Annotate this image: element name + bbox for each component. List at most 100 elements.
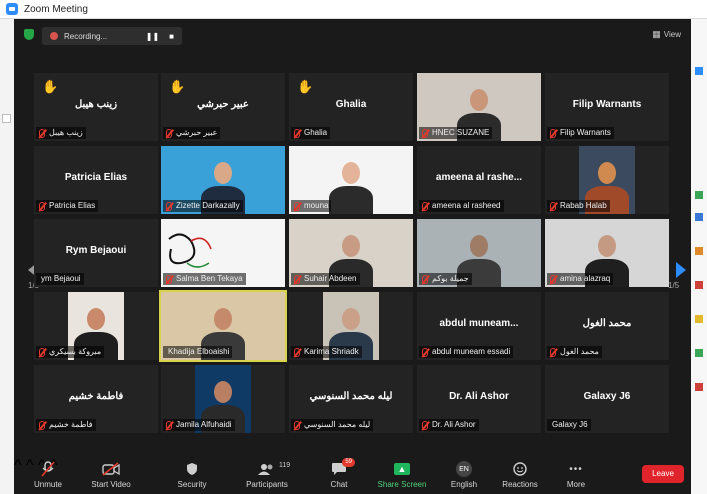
- background-checkbox: [2, 114, 11, 123]
- audio-options-caret-icon[interactable]: ^: [14, 457, 22, 474]
- participant-tile[interactable]: amina alazraq: [545, 219, 669, 287]
- window-titlebar: Zoom Meeting: [0, 0, 707, 19]
- security-button[interactable]: Security: [172, 460, 212, 489]
- participant-name-text: Suhair Abdeen: [304, 274, 357, 283]
- participant-display-name: Patricia Elias: [64, 172, 128, 183]
- start-video-label: Start Video: [91, 480, 131, 489]
- participants-button[interactable]: 119 Participants: [242, 460, 292, 489]
- participant-tile[interactable]: mouna: [289, 146, 413, 214]
- participants-count: 119: [279, 462, 291, 469]
- participant-display-name: عبير حبرشي: [197, 99, 249, 110]
- participant-name-label: عبير حبرشي: [163, 127, 221, 139]
- video-off-icon: [101, 460, 121, 478]
- muted-mic-icon: [550, 128, 556, 138]
- participant-tile[interactable]: Rym Bejaoui ym Bejaoui: [34, 219, 158, 287]
- muted-microphone-icon: [38, 460, 58, 478]
- participant-name-label: ameena al rasheed: [419, 200, 504, 212]
- share-screen-button[interactable]: ▲ Share Screen: [374, 460, 430, 489]
- participant-display-name: Galaxy J6: [583, 391, 631, 402]
- participant-name-label: Jamila Alfuhaidi: [163, 419, 235, 431]
- participant-display-name: محمد الغول: [582, 318, 632, 329]
- chat-icon: 59: [329, 458, 355, 478]
- share-screen-label: Share Screen: [377, 480, 427, 489]
- participant-name-text: ym Bejaoui: [41, 274, 81, 283]
- unmute-label: Unmute: [33, 480, 62, 489]
- language-code: EN: [456, 461, 472, 477]
- participant-tile[interactable]: Salma Ben Tekaya: [161, 219, 285, 287]
- participant-tile[interactable]: ليله محمد السنوسي ليله محمد السنوسي: [289, 365, 413, 433]
- participant-tile[interactable]: ✋ عبير حبرشي عبير حبرشي: [161, 73, 285, 141]
- participant-name-label: فاطمة خشيم: [36, 419, 96, 431]
- leave-meeting-button[interactable]: Leave: [642, 465, 684, 483]
- participant-display-name: abdul muneam...: [439, 318, 519, 329]
- chat-label: Chat: [330, 480, 348, 489]
- view-label: View: [663, 30, 681, 39]
- participant-name-text: Patricia Elias: [49, 201, 96, 210]
- window-title: Zoom Meeting: [24, 3, 88, 15]
- participant-tile[interactable]: Zizette Darkazally: [161, 146, 285, 214]
- participant-name-text: ameena al rasheed: [432, 201, 501, 210]
- participant-name-label: ليله محمد السنوسي: [291, 419, 374, 431]
- security-shield-icon: [182, 460, 202, 478]
- participant-tile[interactable]: Rabab Halab: [545, 146, 669, 214]
- chat-button[interactable]: 59 Chat: [319, 458, 359, 489]
- pause-recording-button[interactable]: ❚❚: [146, 32, 159, 41]
- muted-mic-icon: [294, 128, 300, 138]
- participant-name-label: Ghalia: [291, 127, 331, 139]
- more-dots-icon: •••: [569, 463, 583, 475]
- participant-name-text: Jamila Alfuhaidi: [176, 420, 232, 429]
- recording-indicator: Recording... ❚❚ ■: [42, 27, 182, 45]
- page-indicator-right: 1/5: [668, 281, 680, 290]
- more-button[interactable]: ••• More: [560, 460, 592, 490]
- participant-name-text: Ghalia: [304, 128, 328, 137]
- participant-name-label: Patricia Elias: [36, 200, 99, 212]
- stop-recording-button[interactable]: ■: [169, 32, 174, 41]
- language-interpretation-button[interactable]: EN English: [444, 460, 484, 489]
- muted-mic-icon: [166, 274, 172, 284]
- recording-label: Recording...: [64, 31, 108, 41]
- participant-tile[interactable]: Jamila Alfuhaidi: [161, 365, 285, 433]
- participant-tile[interactable]: Dr. Ali Ashor Dr. Ali Ashor: [417, 365, 541, 433]
- participant-display-name: ameena al rashe...: [435, 172, 523, 183]
- next-page-button[interactable]: [676, 262, 686, 278]
- participant-tile[interactable]: مبروكة بسيكري: [34, 292, 158, 360]
- security-label: Security: [177, 480, 207, 489]
- participant-name-text: abdul muneam essadi: [432, 347, 511, 356]
- participant-name-text: Rabab Halab: [560, 201, 607, 210]
- start-video-button[interactable]: Start Video: [86, 460, 136, 489]
- encryption-shield-icon[interactable]: [24, 29, 34, 40]
- participant-name-label: abdul muneam essadi: [419, 346, 514, 358]
- participant-tile[interactable]: ✋ زينب هيبل زينب هيبل: [34, 73, 158, 141]
- participant-tile[interactable]: Filip Warnants Filip Warnants: [545, 73, 669, 141]
- view-button[interactable]: ▦ View: [652, 29, 681, 40]
- participant-name-text: مبروكة بسيكري: [49, 347, 102, 356]
- participant-tile[interactable]: Suhair Abdeen: [289, 219, 413, 287]
- muted-mic-icon: [39, 128, 45, 138]
- participant-tile[interactable]: محمد الغول محمد الغول: [545, 292, 669, 360]
- reactions-button[interactable]: Reactions: [498, 460, 542, 489]
- participant-name-label: mouna: [291, 200, 332, 212]
- participant-name-text: HNEC SUZANE: [432, 128, 490, 137]
- participant-tile[interactable]: Galaxy J6 Galaxy J6: [545, 365, 669, 433]
- raised-hand-icon: ✋: [297, 79, 314, 94]
- participant-tile[interactable]: HNEC SUZANE: [417, 73, 541, 141]
- participant-tile[interactable]: Patricia Elias Patricia Elias: [34, 146, 158, 214]
- participant-name-label: Galaxy J6: [547, 419, 591, 431]
- participant-display-name: Ghalia: [335, 99, 367, 110]
- participant-tile[interactable]: Khadija Elboaishi: [159, 290, 287, 362]
- participant-tile[interactable]: فاطمة خشيم فاطمة خشيم: [34, 365, 158, 433]
- participant-tile[interactable]: جميلة بوكم: [417, 219, 541, 287]
- background-window-left: [0, 19, 14, 494]
- more-label: More: [566, 480, 586, 489]
- participant-tile[interactable]: Karima Shriadk: [289, 292, 413, 360]
- muted-mic-icon: [550, 201, 556, 211]
- participant-name-text: Karima Shriadk: [304, 347, 359, 356]
- participant-tile[interactable]: ✋ Ghalia Ghalia: [289, 73, 413, 141]
- participant-tile[interactable]: ameena al rashe... ameena al rasheed: [417, 146, 541, 214]
- unmute-button[interactable]: Unmute: [28, 460, 68, 489]
- participant-tile[interactable]: abdul muneam... abdul muneam essadi: [417, 292, 541, 360]
- reactions-label: Reactions: [502, 480, 538, 489]
- participant-name-label: زينب هيبل: [36, 127, 86, 139]
- muted-mic-icon: [550, 274, 556, 284]
- participant-name-label: ym Bejaoui: [36, 273, 84, 285]
